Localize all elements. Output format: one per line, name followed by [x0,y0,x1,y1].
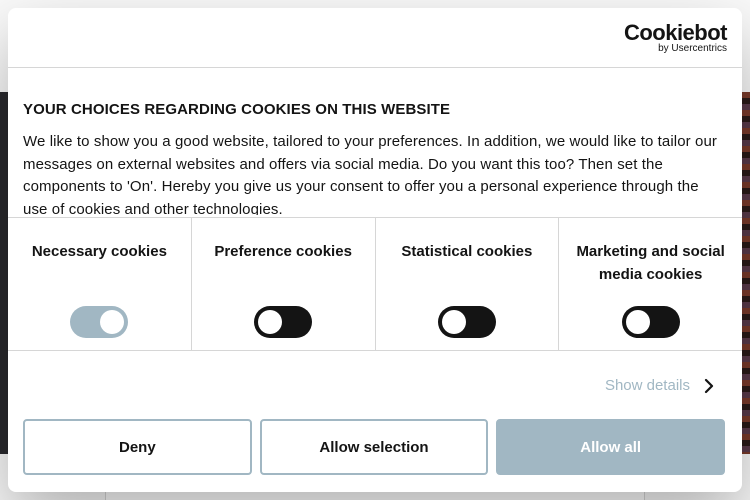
allow-selection-button[interactable]: Allow selection [259,419,489,475]
consent-title: YOUR CHOICES REGARDING COOKIES ON THIS W… [23,101,451,118]
statistical-toggle[interactable] [437,306,496,338]
category-marketing: Marketing and social media cookies [559,218,742,350]
category-label: Statistical cookies [401,243,533,260]
allow-all-button[interactable]: Allow all [496,419,726,475]
show-details-label: Show details [604,377,690,394]
consent-text-area[interactable]: YOUR CHOICES REGARDING COOKIES ON THIS W… [23,101,723,215]
toggle-knob [100,310,125,334]
preference-toggle[interactable] [254,306,313,338]
toggle-knob [441,310,466,334]
deny-button[interactable]: Deny [23,419,252,475]
category-label: Preference cookies [214,243,352,260]
consent-body: We like to show you a good website, tail… [23,133,718,215]
necessary-toggle[interactable] [70,306,129,338]
cookiebot-logo: Cookiebot by Usercentrics [623,20,728,55]
consent-buttons: Deny Allow selection Allow all [23,419,726,475]
category-preference: Preference cookies [192,218,376,350]
marketing-toggle[interactable] [621,306,680,338]
dialog-header: Cookiebot by Usercentrics [8,8,742,68]
logo-wordmark: Cookiebot [623,20,728,45]
toggle-knob [258,310,283,334]
category-statistical: Statistical cookies [376,218,560,350]
toggle-knob [625,310,650,334]
category-label: Necessary cookies [31,243,167,260]
chevron-right-icon [704,378,714,393]
cookie-consent-dialog: Cookiebot by Usercentrics YOUR CHOICES R… [8,8,742,492]
cookie-categories: Necessary cookies Preference cookies Sta… [8,217,742,351]
category-necessary: Necessary cookies [8,218,192,350]
show-details-link[interactable]: Show details [605,377,714,394]
category-label: Marketing and social media cookies [576,243,725,283]
